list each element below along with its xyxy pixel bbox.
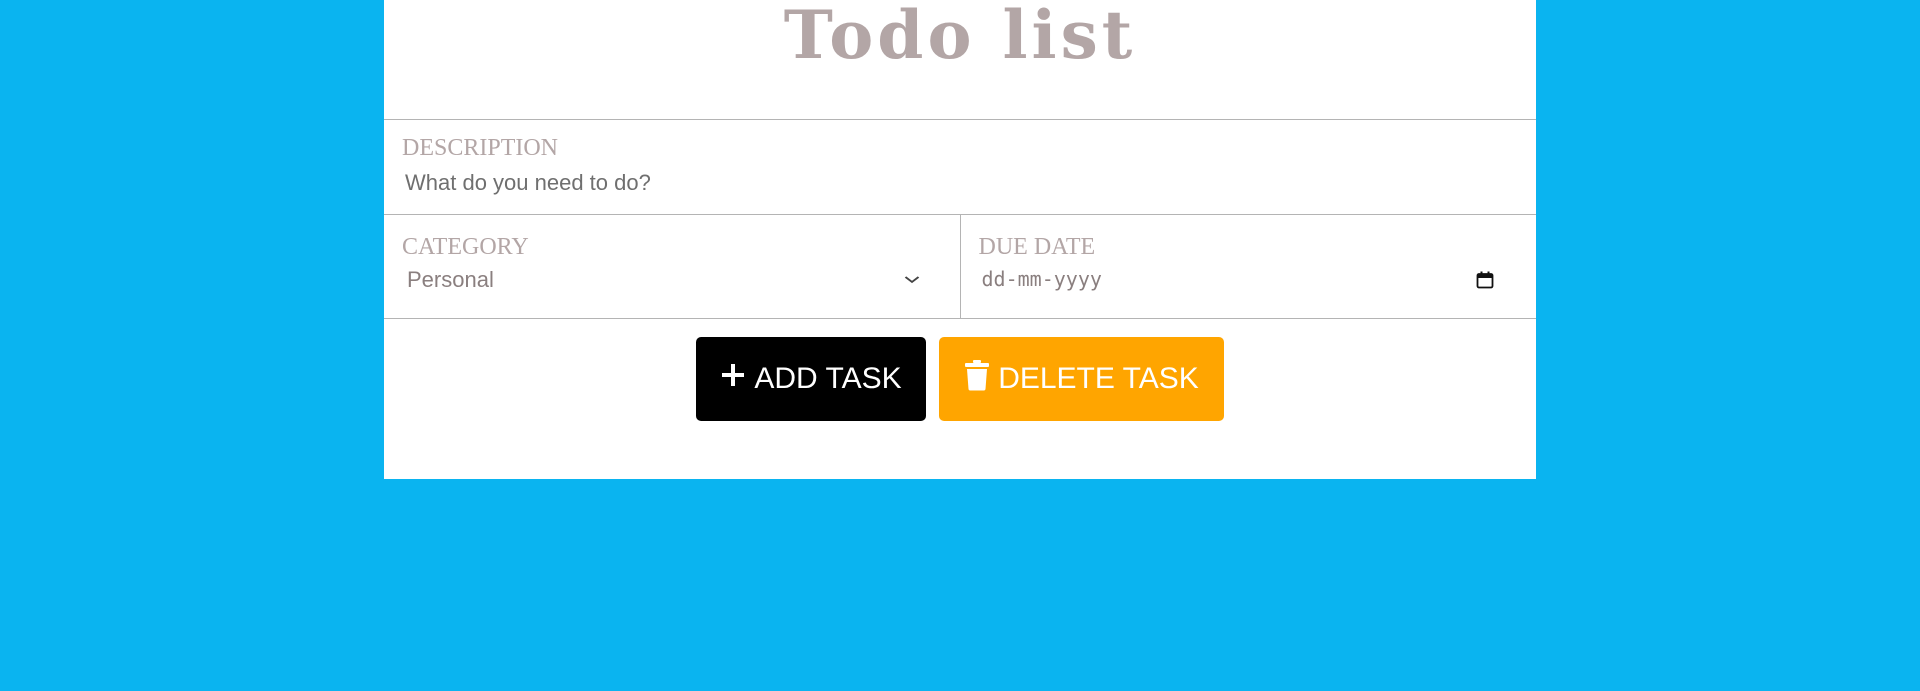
category-date-row: CATEGORY Personal DUE DATE dd-mm-yyyy [384, 215, 1536, 319]
category-label: CATEGORY [402, 234, 529, 260]
delete-task-button[interactable]: DELETE TASK [939, 337, 1224, 421]
category-field: CATEGORY Personal [384, 215, 961, 318]
description-row: DESCRIPTION [384, 120, 1536, 215]
action-buttons: ADD TASK DELETE TASK [384, 319, 1536, 421]
description-label: DESCRIPTION [402, 135, 559, 161]
chevron-down-icon [904, 271, 920, 289]
due-date-field: DUE DATE dd-mm-yyyy [961, 215, 1537, 318]
due-date-label: DUE DATE [978, 234, 1096, 260]
category-selected-value: Personal [407, 267, 494, 292]
plus-icon [720, 362, 746, 396]
due-date-input[interactable]: dd-mm-yyyy [979, 261, 1519, 291]
delete-task-label: DELETE TASK [998, 362, 1199, 395]
add-task-label: ADD TASK [754, 362, 902, 395]
category-select[interactable]: Personal [402, 261, 942, 293]
page-title: Todo list [384, 0, 1536, 120]
trash-icon [964, 359, 990, 399]
todo-card: Todo list DESCRIPTION CATEGORY Personal … [384, 0, 1536, 479]
calendar-icon[interactable] [1476, 270, 1494, 289]
description-input[interactable] [402, 162, 1518, 204]
add-task-button[interactable]: ADD TASK [696, 337, 926, 421]
due-date-placeholder: dd-mm-yyyy [981, 267, 1102, 291]
